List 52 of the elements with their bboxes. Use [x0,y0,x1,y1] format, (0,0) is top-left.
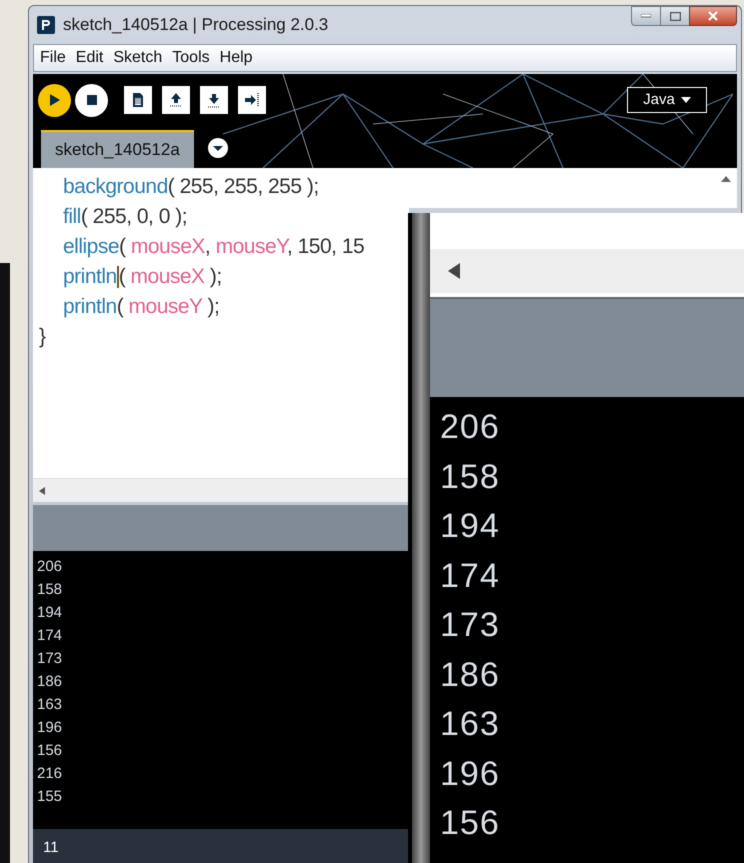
console-line: 216 [37,764,62,784]
console-line: 173 [37,649,62,669]
console-line: 196 [440,754,500,794]
console-line: 174 [440,556,500,596]
maximize-button[interactable] [661,6,689,26]
code-line: } [38,324,46,350]
console-line: 156 [440,803,500,844]
code-line: background( 255, 255, 255 ); [62,174,319,200]
mode-dropdown[interactable]: Java [627,87,707,113]
app-logo-icon [37,16,55,34]
minimize-button[interactable] [631,6,661,26]
scroll-left-icon[interactable] [448,263,460,279]
stop-icon [86,95,96,105]
line-number: 11 [43,838,59,858]
console-line: 158 [440,456,500,498]
console-line: 186 [440,654,500,696]
console-line: 163 [440,704,500,745]
close-icon [707,11,719,21]
run-button[interactable] [38,84,71,116]
play-icon [48,93,60,107]
maximize-icon [670,12,680,20]
console-line: 173 [440,605,500,646]
console-line: 163 [37,695,62,715]
scroll-up-icon[interactable] [721,176,731,182]
window-title: sketch_140512a | Processing 2.0.3 [63,14,328,36]
minimize-icon [641,14,651,18]
console-line: 186 [37,672,62,692]
stop-button[interactable] [75,84,108,116]
console-line: 155 [37,787,62,807]
close-button[interactable] [689,6,737,26]
code-line: fill( 255, 0, 0 ); [62,204,188,230]
menu-item[interactable]: Help [220,46,253,70]
code-line: ellipse( mouseX, mouseY, 150, 15 [62,234,364,260]
console-line: 206 [440,407,500,448]
caret-icon [680,97,691,103]
menu-item[interactable]: Tools [172,46,210,70]
console-line: 174 [37,626,62,646]
scroll-left-icon[interactable] [39,486,45,494]
code-line: println( mouseY ); [62,294,220,320]
console-line: 206 [37,557,62,577]
menu-item[interactable]: Sketch [113,46,162,70]
console-line: 194 [37,603,62,623]
menu-item[interactable]: Edit [76,46,104,70]
code-line: println( mouseX ); [62,264,222,290]
console-line: 196 [37,718,62,738]
console-line: 156 [37,741,62,761]
console-line: 194 [440,506,500,547]
menu-item[interactable]: File [40,46,66,70]
sketch-tab[interactable]: sketch_140512a [41,130,194,168]
tab-menu-icon[interactable] [208,138,228,158]
new-file-icon[interactable] [124,86,152,114]
console-line: 158 [37,580,62,600]
